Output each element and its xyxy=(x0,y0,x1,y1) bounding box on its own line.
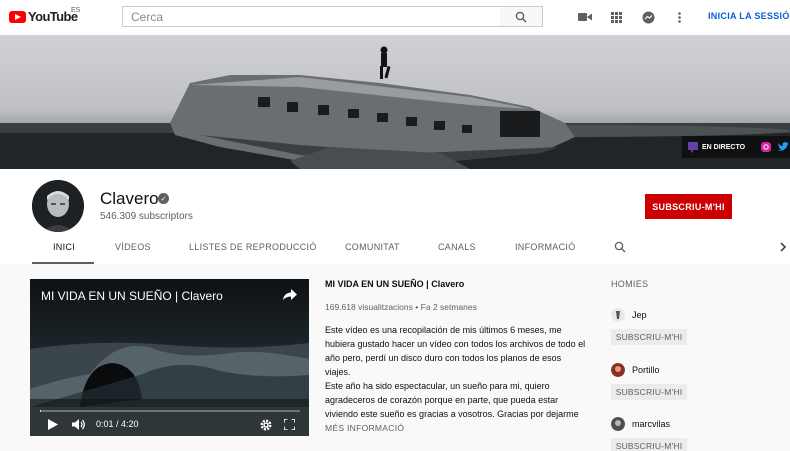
subscribe-button[interactable]: SUBSCRIU-M'HI xyxy=(611,329,687,345)
channel-avatar[interactable] xyxy=(611,417,625,431)
subscribe-button[interactable]: SUBSCRIU-M'HI xyxy=(645,194,732,219)
apps-grid-icon[interactable] xyxy=(609,10,623,24)
subscribe-button[interactable]: SUBSCRIU-M'HI xyxy=(611,384,687,400)
tab-about[interactable]: INFORMACIÓ xyxy=(515,242,576,252)
sign-in-link[interactable]: INICIA LA SESSIÓ xyxy=(708,11,790,21)
settings-gear-icon[interactable] xyxy=(260,419,272,431)
video-progress-fill xyxy=(40,410,42,412)
twitter-icon[interactable] xyxy=(778,142,790,152)
search-icon xyxy=(515,11,527,22)
featured-video-player[interactable]: MI VIDA EN UN SUEÑO | Clavero 0:01 / 4:2… xyxy=(30,279,309,436)
verified-check-icon: ✓ xyxy=(158,193,169,204)
search-button[interactable] xyxy=(500,6,543,27)
avatar-portrait-icon xyxy=(32,180,84,232)
channel-avatar[interactable] xyxy=(611,363,625,377)
video-time: 0:01 / 4:20 xyxy=(96,419,139,429)
read-more-link[interactable]: MÉS INFORMACIÓ xyxy=(325,423,404,433)
messages-icon[interactable] xyxy=(641,10,655,24)
fullscreen-icon[interactable] xyxy=(284,419,295,430)
more-vert-icon[interactable] xyxy=(672,10,686,24)
instagram-icon[interactable] xyxy=(761,142,772,152)
subscribe-button[interactable]: SUBSCRIU-M'HI xyxy=(611,438,687,451)
top-bar: YouTube ES INICIA LA SESSIÓ xyxy=(0,0,790,35)
channel-header: Clavero ✓ 546.309 subscriptors SUBSCRIU-… xyxy=(0,169,790,264)
channel-banner: EN DIRECTO xyxy=(0,35,790,169)
live-link-label[interactable]: EN DIRECTO xyxy=(702,144,745,151)
upload-age: Fa 2 setmanes xyxy=(420,302,477,312)
featured-channel-name[interactable]: Portillo xyxy=(632,365,660,375)
channel-name: Clavero xyxy=(100,189,159,208)
channel-tabs: INICI VÍDEOS LLISTES DE REPRODUCCIÓ COMU… xyxy=(0,232,790,264)
chevron-right-icon[interactable] xyxy=(779,242,787,252)
logo-region: ES xyxy=(71,7,81,14)
tab-playlists[interactable]: LLISTES DE REPRODUCCIÓ xyxy=(189,242,317,252)
featured-channels-sidebar: HOMIES Jep SUBSCRIU-M'HI Portillo SUBSCR… xyxy=(611,279,771,451)
search-icon[interactable] xyxy=(614,241,626,253)
search-box xyxy=(122,6,501,27)
banner-links: EN DIRECTO xyxy=(682,136,790,158)
tab-videos[interactable]: VÍDEOS xyxy=(115,242,151,252)
youtube-play-icon xyxy=(9,10,26,23)
tab-home[interactable]: INICI xyxy=(53,242,75,252)
play-icon[interactable] xyxy=(48,419,58,430)
channel-avatar[interactable] xyxy=(32,180,84,232)
active-tab-indicator xyxy=(32,262,94,264)
view-count: 169.618 visualitzacions xyxy=(325,302,413,312)
featured-channel-name[interactable]: marcvilas xyxy=(632,419,670,429)
volume-icon[interactable] xyxy=(72,419,86,430)
subscriber-count: 546.309 subscriptors xyxy=(100,211,193,222)
video-overlay-title[interactable]: MI VIDA EN UN SUEÑO | Clavero xyxy=(41,289,223,303)
twitch-icon[interactable] xyxy=(688,141,698,153)
featured-channel-name[interactable]: Jep xyxy=(632,310,647,320)
featured-video-info: MI VIDA EN UN SUEÑO | Clavero 169.618 vi… xyxy=(325,279,590,433)
meta-separator: • xyxy=(415,302,419,312)
video-meta: 169.618 visualitzacions • Fa 2 setmanes xyxy=(325,302,590,312)
tab-community[interactable]: COMUNITAT xyxy=(345,242,400,252)
share-icon[interactable] xyxy=(283,289,297,301)
featured-video-title[interactable]: MI VIDA EN UN SUEÑO | Clavero xyxy=(325,279,590,289)
search-input[interactable] xyxy=(123,7,500,26)
description-paragraph: Este vídeo es una recopilación de mis úl… xyxy=(325,325,586,377)
video-description: Este vídeo es una recopilación de mis úl… xyxy=(325,323,587,421)
youtube-logo[interactable]: YouTube ES xyxy=(9,7,81,24)
video-camera-icon[interactable] xyxy=(578,10,592,24)
tab-channels[interactable]: CANALS xyxy=(438,242,476,252)
video-controls: 0:01 / 4:20 xyxy=(30,416,309,436)
channel-avatar[interactable] xyxy=(611,308,625,322)
video-progress-bar[interactable] xyxy=(40,410,300,412)
banner-image xyxy=(0,46,790,169)
description-paragraph: Este año ha sido espectacular, un sueño … xyxy=(325,381,579,419)
sidebar-title: HOMIES xyxy=(611,279,649,289)
